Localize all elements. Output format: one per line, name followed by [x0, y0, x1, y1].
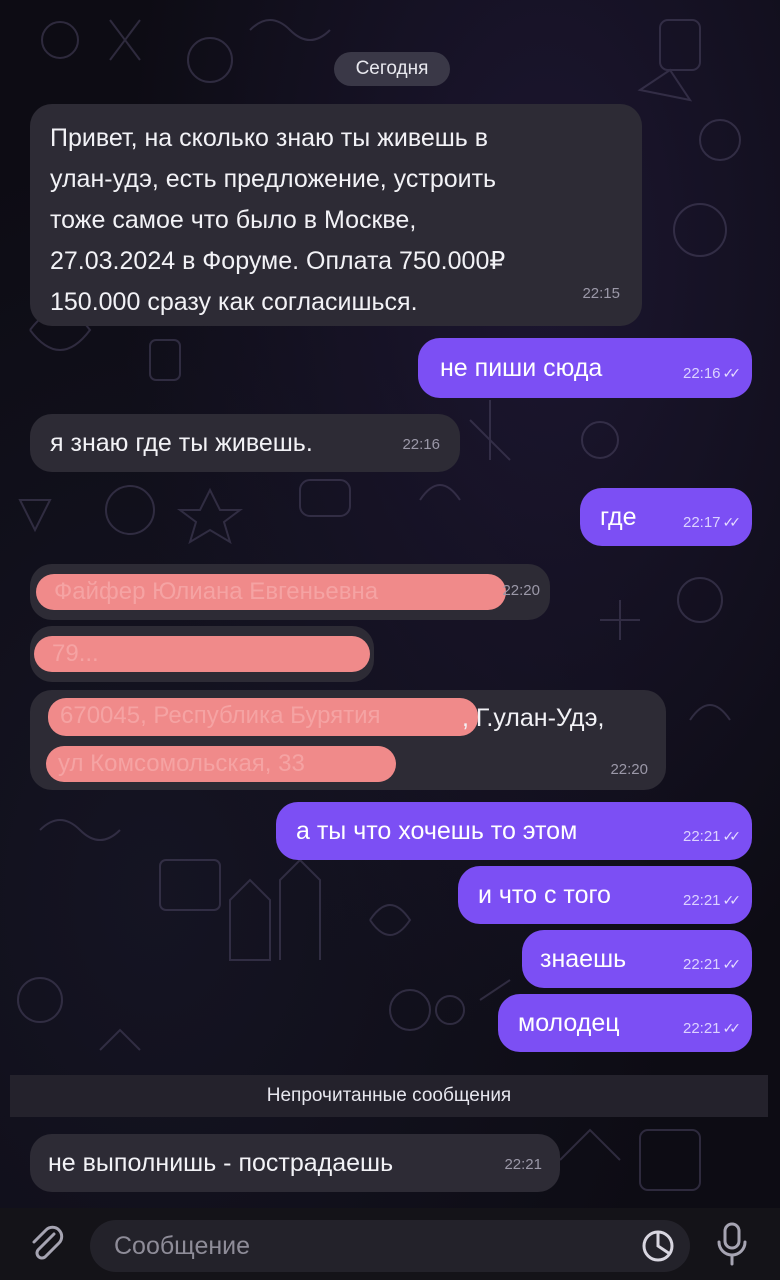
composer-bar: Сообщение	[0, 1208, 780, 1280]
redaction-mark: 79...	[34, 636, 370, 672]
message-time: 22:21	[682, 828, 721, 845]
redaction-mark: 670045, Республика Бурятия	[48, 698, 478, 736]
message-incoming[interactable]: 79...	[30, 626, 374, 682]
message-time: 22:16	[682, 365, 721, 382]
read-ticks-icon: ✓✓	[722, 1020, 742, 1036]
message-time: 22:21	[682, 956, 721, 973]
message-text: я знаю где ты живешь.	[50, 429, 313, 457]
message-line: 27.03.2024 в Форуме. Оплата 750.000₽	[50, 247, 506, 275]
message-outgoing[interactable]: молодец 22:21 ✓✓	[498, 994, 752, 1052]
message-text: и что с того	[478, 881, 611, 909]
message-line: улан-удэ, есть предложение, устроить	[50, 165, 497, 193]
message-text: не пиши сюда	[440, 354, 603, 382]
read-ticks-icon: ✓✓	[722, 365, 742, 381]
unread-messages-divider: Непрочитанные сообщения	[10, 1075, 768, 1117]
message-time: 22:21	[504, 1156, 542, 1173]
message-text: знаешь	[540, 945, 627, 973]
message-outgoing[interactable]: где 22:17 ✓✓	[580, 488, 752, 546]
message-outgoing[interactable]: знаешь 22:21 ✓✓	[522, 930, 752, 988]
date-divider: Сегодня	[334, 52, 450, 86]
message-time: 22:20	[610, 761, 648, 778]
message-line: 150.000 сразу как согласишься.	[50, 288, 418, 316]
redaction-mark: Файфер Юлиана Евгеньевна	[36, 574, 506, 610]
message-time: 22:20	[502, 582, 540, 599]
read-ticks-icon: ✓✓	[722, 514, 742, 530]
redacted-text: 670045, Республика Бурятия	[60, 702, 381, 729]
message-text: а ты что хочешь то этом	[296, 817, 578, 845]
message-text: не выполнишь - пострадаешь	[48, 1149, 394, 1177]
microphone-icon[interactable]	[712, 1220, 752, 1268]
redaction-mark: ул Комсомольская, 33	[46, 746, 396, 782]
message-outgoing[interactable]: и что с того 22:21 ✓✓	[458, 866, 752, 924]
message-line: тоже самое что было в Москве,	[50, 206, 417, 234]
redacted-text: ул Комсомольская, 33	[58, 750, 305, 777]
message-outgoing[interactable]: не пиши сюда 22:16 ✓✓	[418, 338, 752, 398]
redacted-text: Файфер Юлиана Евгеньевна	[54, 578, 379, 605]
message-time: 22:16	[402, 436, 440, 453]
sticker-icon[interactable]	[640, 1228, 676, 1264]
redacted-text: 79...	[52, 640, 99, 667]
message-text: , Г.улан-Удэ,	[462, 704, 605, 732]
message-time: 22:21	[682, 892, 721, 909]
read-ticks-icon: ✓✓	[722, 956, 742, 972]
message-time: 22:15	[582, 285, 620, 302]
message-incoming[interactable]: не выполнишь - пострадаешь 22:21	[30, 1134, 560, 1192]
message-time: 22:21	[682, 1020, 721, 1037]
message-incoming[interactable]: я знаю где ты живешь. 22:16	[30, 414, 460, 472]
read-ticks-icon: ✓✓	[722, 828, 742, 844]
message-incoming[interactable]: Привет, на сколько знаю ты живешь в улан…	[30, 104, 642, 326]
message-line: Привет, на сколько знаю ты живешь в	[50, 124, 489, 152]
message-time: 22:17	[682, 514, 721, 531]
message-text: где	[600, 503, 637, 531]
paperclip-icon[interactable]	[26, 1224, 66, 1264]
message-text: молодец	[518, 1009, 620, 1037]
message-incoming[interactable]: Файфер Юлиана Евгеньевна 22:20	[30, 564, 550, 620]
message-incoming[interactable]: 670045, Республика Бурятия , Г.улан-Удэ,…	[30, 690, 666, 790]
read-ticks-icon: ✓✓	[722, 892, 742, 908]
message-input[interactable]: Сообщение	[90, 1220, 690, 1272]
message-outgoing[interactable]: а ты что хочешь то этом 22:21 ✓✓	[276, 802, 752, 860]
